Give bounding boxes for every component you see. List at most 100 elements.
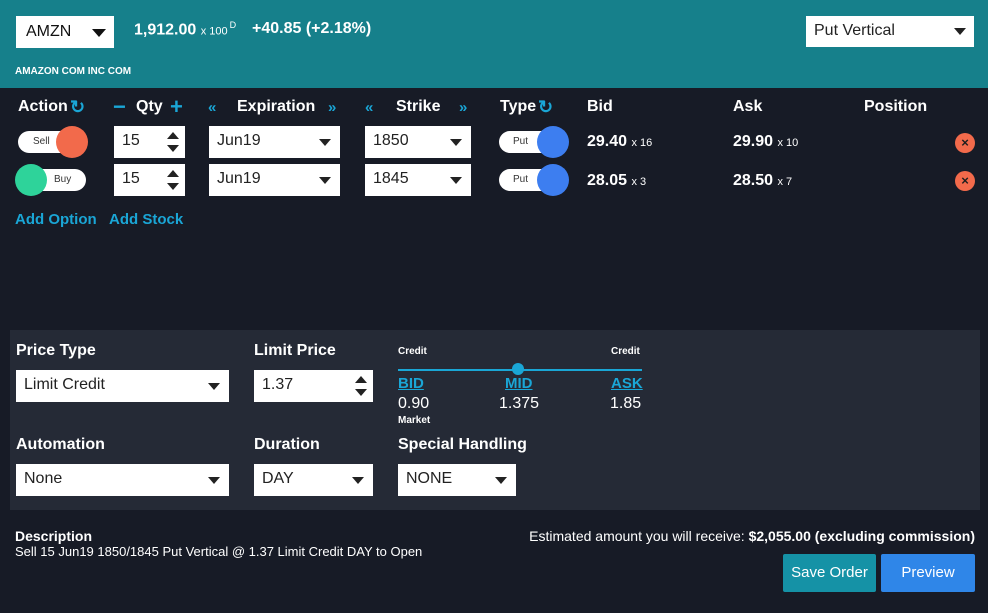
credit-right-label: Credit: [611, 346, 640, 357]
duration-select[interactable]: DAY: [254, 464, 373, 496]
limit-price-value: 1.37: [262, 376, 294, 393]
chevron-down-icon: [208, 383, 220, 390]
chevron-down-icon: [450, 139, 462, 146]
price-change: +40.85 (+2.18%): [252, 20, 372, 37]
toggle-knob: [56, 126, 88, 158]
description-label: Description: [15, 528, 93, 544]
double-chevron-left-icon[interactable]: «: [208, 99, 216, 116]
type-toggle-put[interactable]: Put: [499, 164, 569, 196]
action-toggle-buy[interactable]: Buy: [15, 164, 86, 196]
remove-leg-icon[interactable]: ×: [955, 171, 975, 191]
col-qty: Qty: [136, 98, 163, 115]
bid-value: 29.40: [587, 133, 628, 150]
price-slider-handle[interactable]: [512, 363, 524, 375]
save-order-button[interactable]: Save Order: [783, 554, 876, 592]
action-toggle-sell[interactable]: Sell: [18, 126, 88, 158]
duration-label: Duration: [254, 436, 320, 453]
col-ask: Ask: [733, 98, 763, 115]
ask-value: 28.50: [733, 172, 774, 189]
estimate-value: $2,055.00 (excluding commission): [748, 528, 975, 544]
toggle-knob: [537, 126, 569, 158]
strike-value: 1850: [373, 132, 409, 149]
toggle-knob: [537, 164, 569, 196]
add-stock-link[interactable]: Add Stock: [109, 211, 183, 228]
qty-value: 15: [122, 132, 140, 149]
automation-label: Automation: [16, 436, 105, 453]
bid-size: x 3: [631, 176, 647, 188]
mid-quote-link[interactable]: MID: [505, 375, 533, 392]
bid-quote-link[interactable]: BID: [398, 375, 424, 392]
bid-price: 29.40 x 16: [587, 133, 652, 151]
strike-select[interactable]: 1850: [365, 126, 471, 158]
symbol-value: AMZN: [26, 23, 72, 40]
chevron-down-icon: [495, 477, 507, 484]
strategy-select[interactable]: Put Vertical: [806, 16, 974, 47]
plus-icon[interactable]: +: [170, 94, 183, 120]
qty-stepper[interactable]: 15: [114, 126, 185, 158]
header-bar: AMZN 1,912.00 x 100D +40.85 (+2.18%) AMA…: [0, 0, 988, 88]
chevron-down-icon: [450, 177, 462, 184]
estimate-label: Estimated amount you will receive:: [529, 528, 745, 544]
description-text: Sell 15 Jun19 1850/1845 Put Vertical @ 1…: [15, 544, 423, 559]
col-bid: Bid: [587, 98, 613, 115]
col-strike: Strike: [396, 98, 441, 115]
col-type: Type: [500, 98, 537, 115]
ask-size: x 7: [777, 176, 793, 188]
minus-icon[interactable]: −: [113, 94, 126, 120]
ask-quote-value: 1.85: [610, 395, 642, 412]
ask-price: 28.50 x 7: [733, 172, 792, 190]
refresh-icon[interactable]: ↻: [70, 97, 85, 118]
action-label: Buy: [54, 174, 72, 185]
limit-price-stepper[interactable]: 1.37: [254, 370, 373, 402]
mid-quote-value: 1.375: [499, 395, 540, 412]
limit-price-label: Limit Price: [254, 342, 336, 359]
last-price: 1,912.00 x 100D: [134, 20, 236, 39]
automation-select[interactable]: None: [16, 464, 229, 496]
col-position: Position: [864, 98, 928, 115]
bid-size: x 16: [631, 137, 653, 149]
stepper-arrows-icon[interactable]: [167, 168, 179, 192]
chevron-down-icon: [352, 477, 364, 484]
remove-leg-icon[interactable]: ×: [955, 133, 975, 153]
chevron-down-icon: [319, 139, 331, 146]
double-chevron-right-icon[interactable]: »: [328, 99, 336, 116]
preview-button[interactable]: Preview: [881, 554, 975, 592]
ask-quote-link[interactable]: ASK: [611, 375, 643, 392]
type-toggle-put[interactable]: Put: [499, 126, 569, 158]
expiration-value: Jun19: [217, 132, 261, 149]
estimate-text: Estimated amount you will receive: $2,05…: [529, 528, 975, 544]
chevron-down-icon: [92, 29, 106, 37]
qty-stepper[interactable]: 15: [114, 164, 185, 196]
market-label: Market: [398, 415, 431, 426]
price-type-value: Limit Credit: [24, 376, 105, 393]
col-expiration: Expiration: [237, 98, 316, 115]
bid-quote-value: 0.90: [398, 395, 430, 412]
price-superscript: D: [229, 20, 237, 30]
col-action: Action: [18, 98, 68, 115]
strike-select[interactable]: 1845: [365, 164, 471, 196]
stepper-arrows-icon[interactable]: [355, 374, 367, 398]
company-name: AMAZON COM INC COM: [15, 66, 132, 77]
double-chevron-right-icon[interactable]: »: [459, 99, 467, 116]
expiration-select[interactable]: Jun19: [209, 164, 340, 196]
duration-value: DAY: [262, 470, 294, 487]
chevron-down-icon: [208, 477, 220, 484]
double-chevron-left-icon[interactable]: «: [365, 99, 373, 116]
chevron-down-icon: [319, 177, 331, 184]
credit-left-label: Credit: [398, 346, 427, 357]
special-handling-select[interactable]: NONE: [398, 464, 516, 496]
symbol-select[interactable]: AMZN: [16, 16, 114, 48]
ask-size: x 10: [777, 137, 799, 149]
bid-price: 28.05 x 3: [587, 172, 646, 190]
refresh-icon[interactable]: ↻: [538, 97, 553, 118]
type-label: Put: [513, 136, 529, 147]
price-type-select[interactable]: Limit Credit: [16, 370, 229, 402]
expiration-select[interactable]: Jun19: [209, 126, 340, 158]
special-handling-value: NONE: [406, 470, 453, 487]
price-type-label: Price Type: [16, 342, 96, 359]
automation-value: None: [24, 470, 63, 487]
strategy-value: Put Vertical: [814, 22, 895, 39]
action-label: Sell: [33, 136, 50, 147]
stepper-arrows-icon[interactable]: [167, 130, 179, 154]
add-option-link[interactable]: Add Option: [15, 211, 97, 228]
